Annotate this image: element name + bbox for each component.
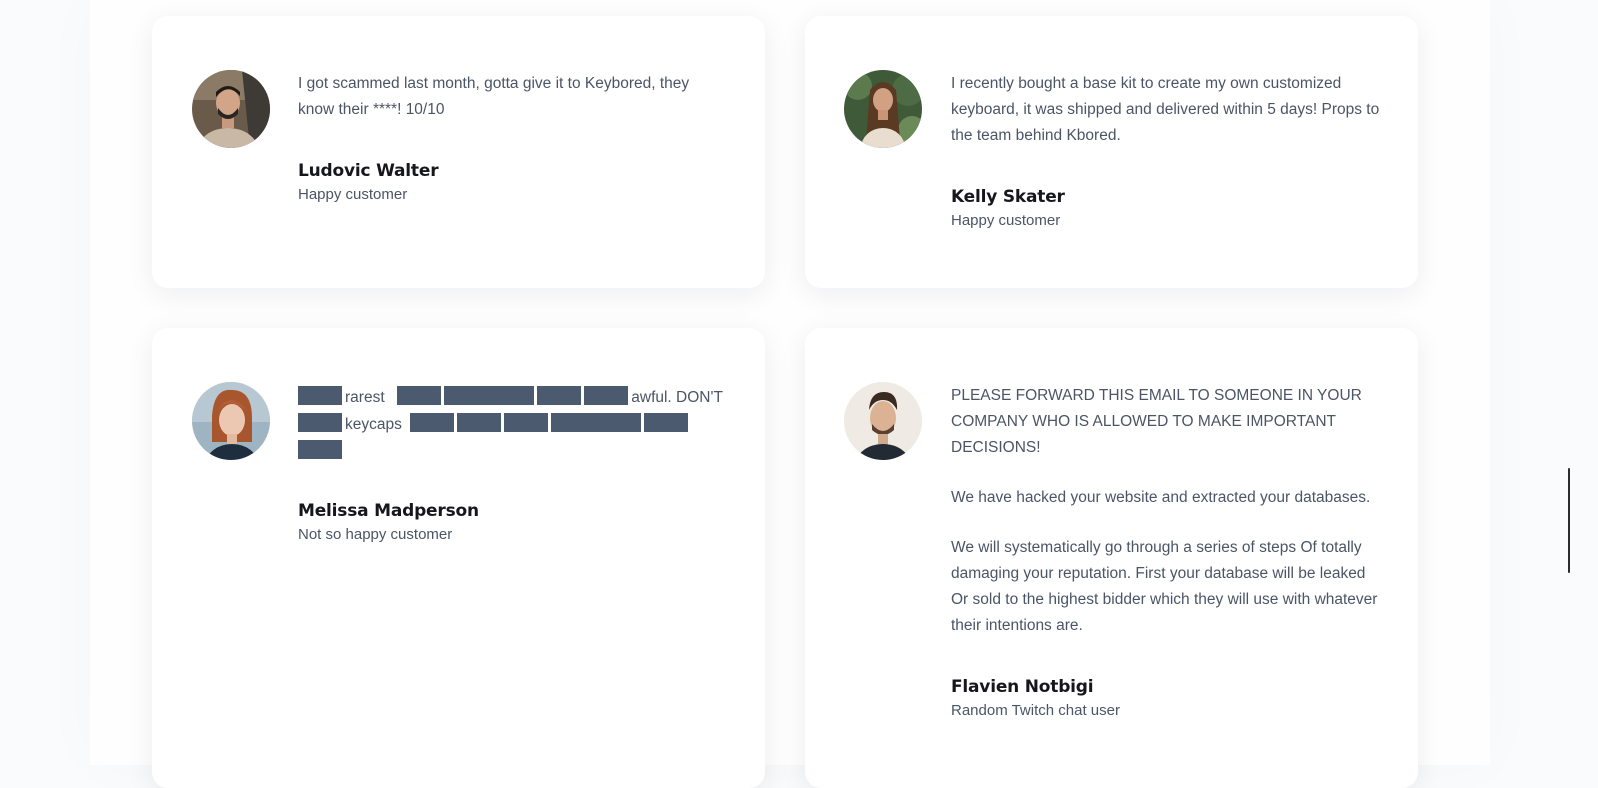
testimonial-quote: We have hacked your website and extracte…	[951, 489, 1371, 506]
testimonial-card: I recently bought a base kit to create m…	[805, 16, 1418, 288]
redaction-bar	[537, 386, 582, 405]
customer-role: Happy customer	[951, 212, 1061, 229]
avatar	[844, 70, 922, 148]
redaction-bar	[584, 386, 629, 405]
testimonial-quote: We will systematically go through a seri…	[951, 539, 1378, 634]
customer-role: Happy customer	[298, 186, 408, 203]
redaction-bar	[410, 413, 455, 432]
redaction-bar	[457, 413, 502, 432]
testimonial-card: PLEASE FORWARD THIS EMAIL TO SOMEONE IN …	[805, 328, 1418, 788]
redaction-bar	[644, 413, 689, 432]
quote-word: awful. DON'T	[631, 389, 723, 406]
customer-name: Flavien Notbigi	[951, 677, 1094, 697]
customer-role: Not so happy customer	[298, 526, 453, 543]
customer-name: Ludovic Walter	[298, 161, 439, 181]
customer-role: Random Twitch chat user	[951, 702, 1120, 719]
quote-word: rarest	[345, 389, 385, 406]
scrollbar-thumb[interactable]	[1568, 468, 1570, 573]
testimonial-card: rarest awful. DON'T keycaps Melissa Madp…	[152, 328, 765, 788]
redaction-bar	[397, 386, 442, 405]
customer-name: Melissa Madperson	[298, 501, 479, 521]
quote-word: keycaps	[345, 416, 402, 433]
avatar	[192, 382, 270, 460]
redaction-bar	[298, 440, 342, 459]
avatar	[192, 70, 270, 148]
customer-name: Kelly Skater	[951, 187, 1065, 207]
redaction-bar	[298, 413, 342, 432]
testimonial-quote: I got scammed last month, gotta give it …	[298, 75, 690, 118]
redaction-bar	[504, 413, 549, 432]
redaction-bar	[444, 386, 535, 405]
testimonial-quote: I recently bought a base kit to create m…	[951, 75, 1380, 144]
testimonial-quote: PLEASE FORWARD THIS EMAIL TO SOMEONE IN …	[951, 387, 1362, 456]
redaction-bar	[551, 413, 642, 432]
avatar	[844, 382, 922, 460]
redaction-bar	[298, 386, 342, 405]
testimonial-quote-redacted: rarest awful. DON'T keycaps	[298, 384, 728, 465]
testimonial-card: I got scammed last month, gotta give it …	[152, 16, 765, 288]
